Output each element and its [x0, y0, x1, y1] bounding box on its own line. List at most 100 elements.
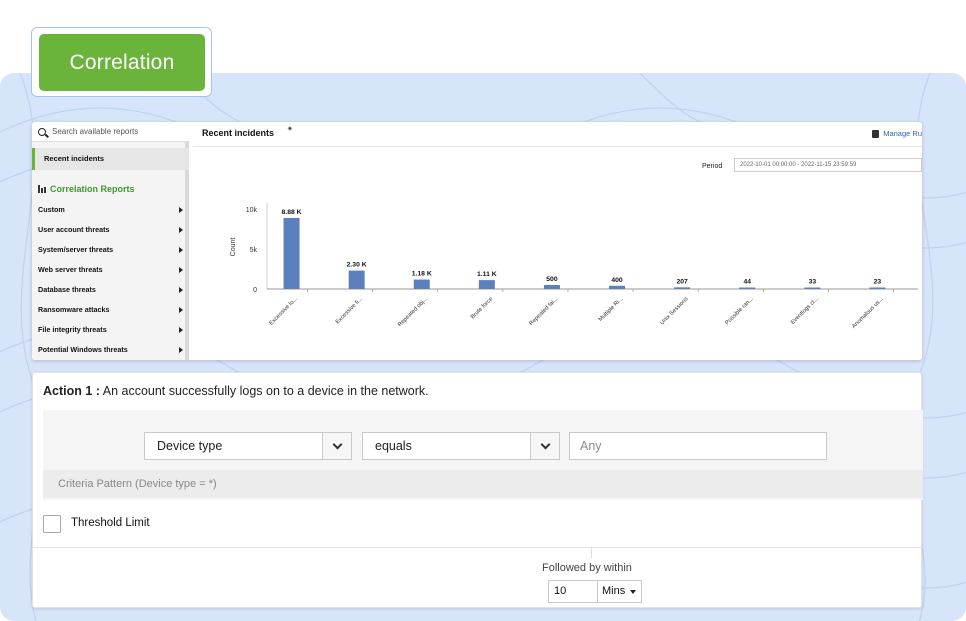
y-tick-label: 0: [253, 287, 257, 294]
sidebar-item-label: Custom: [38, 205, 65, 214]
sidebar-item-label: Database threats: [38, 285, 96, 294]
sidebar-item-custom[interactable]: Custom: [38, 201, 186, 219]
field-select[interactable]: Device type: [144, 432, 352, 460]
chevron-right-icon: [179, 267, 183, 273]
sidebar-item-label: File integrity threats: [38, 325, 107, 334]
caret-down-icon: [630, 590, 636, 594]
sun-icon: ✷: [287, 126, 293, 133]
sidebar-item-label: Web server threats: [38, 265, 103, 274]
sidebar-item-file-integrity-threats[interactable]: File integrity threats: [38, 321, 186, 339]
bar: [869, 287, 886, 289]
bar: [739, 287, 756, 289]
bar-data-label: 23: [874, 279, 882, 286]
bar-data-label: 2.30 K: [347, 262, 367, 269]
chevron-right-icon: [179, 227, 183, 233]
followed-by-label: Followed by within: [542, 562, 632, 574]
action-number: Action 1 :: [43, 384, 100, 398]
action-text: An account successfully logs on to a dev…: [99, 384, 429, 398]
x-tick-label: Eventlogs cl...: [790, 296, 820, 326]
sidebar-item-label: Potential Windows threats: [38, 345, 128, 354]
sidebar-item-potential-windows-threats[interactable]: Potential Windows threats: [38, 341, 186, 359]
bar: [543, 285, 560, 289]
bar: [609, 285, 626, 289]
bar-data-label: 33: [809, 279, 817, 286]
within-unit-select[interactable]: Mins: [598, 580, 642, 603]
bar-data-label: 207: [676, 278, 688, 285]
sidebar-item-label: Ransomware attacks: [38, 305, 110, 314]
chevron-down-icon[interactable]: [530, 433, 559, 459]
chevron-right-icon: [179, 327, 183, 333]
bar-data-label: 500: [546, 276, 558, 283]
chevron-right-icon: [179, 347, 183, 353]
action-description: Action 1 : An account successfully logs …: [43, 384, 429, 398]
correlation-badge: Correlation: [39, 34, 205, 91]
x-tick-label: Repeated fai...: [528, 296, 559, 327]
bar-data-label: 8.88 K: [282, 209, 302, 216]
bar: [413, 279, 430, 289]
field-select-value: Device type: [157, 439, 223, 453]
bar-data-label: 400: [611, 277, 623, 284]
x-tick-label: Brute force: [470, 296, 494, 320]
header-divider: [193, 146, 922, 147]
manage-icon: [872, 129, 880, 138]
period-label: Period: [702, 163, 723, 170]
y-tick-label: 10k: [246, 207, 258, 214]
x-tick-label: Unix Sessions: [659, 296, 689, 326]
sidebar-item-user-account-threats[interactable]: User account threats: [38, 221, 186, 239]
x-tick-label: Excessive lo...: [269, 296, 300, 327]
x-tick-label: Multiple Ri...: [598, 296, 625, 323]
bar-data-label: 1.18 K: [412, 271, 432, 278]
manage-rules-link[interactable]: Manage Ru: [872, 129, 922, 138]
period-input[interactable]: 2022-10-01 00:00:00 - 2022-11-15 23:59:5…: [734, 158, 922, 172]
bar-data-label: 44: [743, 279, 751, 286]
bar-data-label: 1.11 K: [477, 271, 497, 278]
x-tick-label: Anomalous us...: [851, 296, 885, 330]
chevron-right-icon: [179, 287, 183, 293]
chevron-down-icon[interactable]: [322, 433, 351, 459]
operator-select[interactable]: equals: [362, 432, 560, 460]
incidents-bar-chart: 0 5k 10k Count 8.88 K Excessive lo... 2.30 K Ex…: [230, 203, 918, 330]
sidebar-item-recent-incidents[interactable]: Recent incidents: [32, 148, 189, 170]
stage: Correlation Search available reports Rec…: [0, 0, 966, 621]
threshold-checkbox[interactable]: [43, 515, 61, 533]
report-search[interactable]: Search available reports: [32, 122, 189, 142]
manage-rules-label: Manage Ru: [883, 129, 922, 138]
x-tick-label: Repeated obj...: [397, 296, 429, 328]
search-icon: [38, 127, 46, 136]
chevron-right-icon: [179, 207, 183, 213]
sidebar-item-system-server-threats[interactable]: System/server threats: [38, 241, 186, 259]
chevron-right-icon: [179, 247, 183, 253]
page-title: Recent incidents: [202, 128, 275, 138]
correlation-reports-heading: Correlation Reports: [38, 184, 135, 194]
bar: [674, 287, 691, 289]
x-tick-label: Possible ran...: [724, 296, 754, 326]
chevron-right-icon: [179, 307, 183, 313]
form-divider: [33, 547, 923, 548]
bar: [478, 280, 495, 289]
bar: [283, 217, 300, 289]
y-axis-label: Count: [230, 238, 237, 257]
within-value-input[interactable]: 10: [548, 580, 598, 603]
x-tick-label: Excessive fi...: [335, 296, 365, 326]
operator-select-value: equals: [375, 439, 412, 453]
y-tick-label: 5k: [250, 247, 258, 254]
sidebar-item-database-threats[interactable]: Database threats: [38, 281, 186, 299]
correlation-rule-form: Action 1 : An account successfully logs …: [32, 372, 923, 608]
sidebar-item-web-server-threats[interactable]: Web server threats: [38, 261, 186, 279]
bar-chart-icon: [38, 185, 46, 193]
criteria-value-input[interactable]: Any: [569, 432, 827, 460]
app-screenshot: Search available reports Recent incident…: [32, 122, 922, 360]
search-input-placeholder: Search available reports: [52, 127, 139, 136]
main-panel: Recent incidents ✷ Manage Ru Period 2022…: [193, 122, 922, 360]
criteria-pattern: Criteria Pattern (Device type = *): [43, 470, 923, 498]
sidebar-item-label: System/server threats: [38, 245, 114, 254]
sidebar-item-ransomware-attacks[interactable]: Ransomware attacks: [38, 301, 186, 319]
sidebar-item-label: User account threats: [38, 225, 110, 234]
reports-sidebar: Search available reports Recent incident…: [32, 122, 189, 360]
within-unit-value: Mins: [602, 585, 626, 597]
bar: [804, 287, 821, 289]
threshold-label: Threshold Limit: [71, 517, 150, 529]
correlation-reports-title: Correlation Reports: [50, 184, 135, 194]
bar: [348, 270, 365, 289]
connector-line: [591, 548, 592, 558]
